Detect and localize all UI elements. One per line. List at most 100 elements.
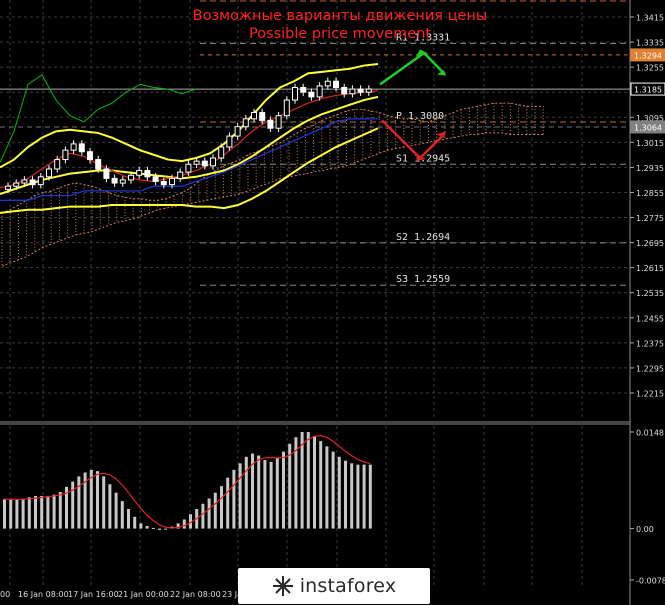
- candle: [201, 160, 208, 167]
- y-tick-label: 1.2855: [636, 189, 664, 198]
- y-tick-label: 1.2775: [636, 214, 664, 223]
- osc-bar: [52, 494, 56, 529]
- osc-bar: [269, 462, 273, 529]
- osc-bar: [331, 451, 335, 529]
- x-tick-label: 21 Jan 00:00: [118, 590, 169, 599]
- candle: [21, 179, 28, 184]
- candle: [46, 168, 52, 178]
- logo-text: instaforex: [299, 575, 397, 597]
- osc-bar: [356, 464, 360, 529]
- osc-bar: [34, 495, 37, 529]
- osc-bar: [77, 476, 81, 529]
- osc-tick-label: 0.0148: [636, 429, 664, 438]
- bollinger-upper: [0, 63, 379, 169]
- osc-bar: [40, 495, 44, 529]
- price-chart: R2 1.3466R1 1.3331P 1.3080S1 1.2945S2 1.…: [0, 0, 665, 605]
- forecast-arrows: [379, 49, 446, 162]
- candle: [95, 159, 102, 170]
- osc-bar: [350, 463, 354, 529]
- osc-bar: [139, 523, 143, 529]
- osc-bar: [226, 477, 230, 529]
- candle: [103, 168, 110, 179]
- osc-bar: [9, 499, 13, 529]
- osc-bar: [368, 464, 372, 529]
- osc-bar: [15, 499, 19, 529]
- candle: [193, 160, 200, 165]
- x-tick-label: 17 Jan 16:00: [68, 590, 119, 599]
- price-flag-label: 1.3064: [634, 123, 662, 132]
- y-tick-label: 1.2215: [636, 390, 664, 399]
- brand-logo: instaforex: [238, 568, 430, 604]
- osc-bar: [151, 527, 155, 529]
- chart-title: Возможные варианты движения цены: [193, 8, 488, 24]
- osc-bar: [325, 446, 329, 529]
- candle: [210, 157, 216, 167]
- cloud-edge: [1, 132, 544, 267]
- candle: [292, 87, 298, 101]
- candle: [128, 174, 134, 181]
- osc-bar: [164, 528, 168, 530]
- candle: [283, 99, 290, 117]
- osc-bar: [257, 455, 261, 529]
- candle: [341, 87, 348, 95]
- osc-bar: [362, 464, 366, 529]
- y-tick-label: 1.2455: [636, 314, 664, 323]
- chart-subtitle: Possible price movement: [249, 26, 431, 42]
- oscillator-panel: 0.0148 0.00 -0.00788: [3, 429, 665, 586]
- candle: [267, 119, 274, 129]
- osc-bar: [238, 463, 242, 529]
- osc-bar: [108, 484, 112, 529]
- bollinger-middle: [0, 95, 379, 195]
- candle: [87, 151, 93, 161]
- osc-bar: [344, 460, 347, 529]
- y-tick-label: 1.2295: [636, 364, 664, 373]
- osc-bar: [58, 492, 62, 529]
- y-tick-label: 1.3335: [636, 39, 664, 48]
- pivot-label-s3: S3 1.2559: [396, 274, 450, 285]
- osc-bar: [207, 498, 211, 529]
- candle: [185, 163, 192, 173]
- candle: [119, 179, 126, 184]
- pivot-label-r2: R2 1.3466: [396, 0, 450, 1]
- candle: [218, 146, 225, 159]
- candle: [275, 115, 282, 129]
- y-tick-label: 1.3015: [636, 139, 664, 148]
- candle: [29, 179, 36, 186]
- candle: [316, 85, 323, 98]
- osc-tick-label: 0.00: [636, 525, 654, 534]
- osc-bar: [145, 525, 149, 529]
- candle: [365, 88, 372, 93]
- osc-bar: [201, 503, 205, 529]
- osc-bar: [27, 497, 31, 529]
- candle: [226, 135, 233, 148]
- candle: [324, 80, 331, 87]
- osc-tick-label: -0.00788: [636, 577, 665, 586]
- candle: [259, 112, 266, 121]
- candle: [333, 80, 339, 88]
- osc-bar: [114, 492, 118, 529]
- candle: [308, 91, 315, 98]
- osc-bar: [120, 501, 124, 529]
- y-tick-label: 1.3255: [636, 64, 664, 73]
- chikou-line: [0, 74, 197, 163]
- candle: [349, 88, 356, 95]
- y-tick-label: 1.2615: [636, 264, 664, 273]
- osc-bar: [102, 476, 106, 529]
- candle: [111, 177, 118, 184]
- candle: [144, 170, 151, 178]
- y-tick-label: 1.2375: [636, 339, 664, 348]
- candle: [251, 112, 257, 120]
- osc-bar: [158, 528, 161, 530]
- instaforex-mark-icon: [272, 576, 293, 596]
- y-tick-label: 1.3415: [636, 14, 664, 23]
- osc-bar: [182, 519, 186, 529]
- osc-bar: [213, 492, 217, 529]
- osc-bar: [96, 471, 99, 529]
- candle: [160, 181, 167, 186]
- candle: [62, 149, 69, 161]
- y-tick-label: 1.2535: [636, 289, 664, 298]
- osc-bar: [244, 456, 248, 529]
- osc-bar: [300, 432, 304, 529]
- x-tick-label: 22 Jan 08:00: [170, 590, 221, 599]
- pivot-label-s2: S2 1.2694: [396, 232, 450, 243]
